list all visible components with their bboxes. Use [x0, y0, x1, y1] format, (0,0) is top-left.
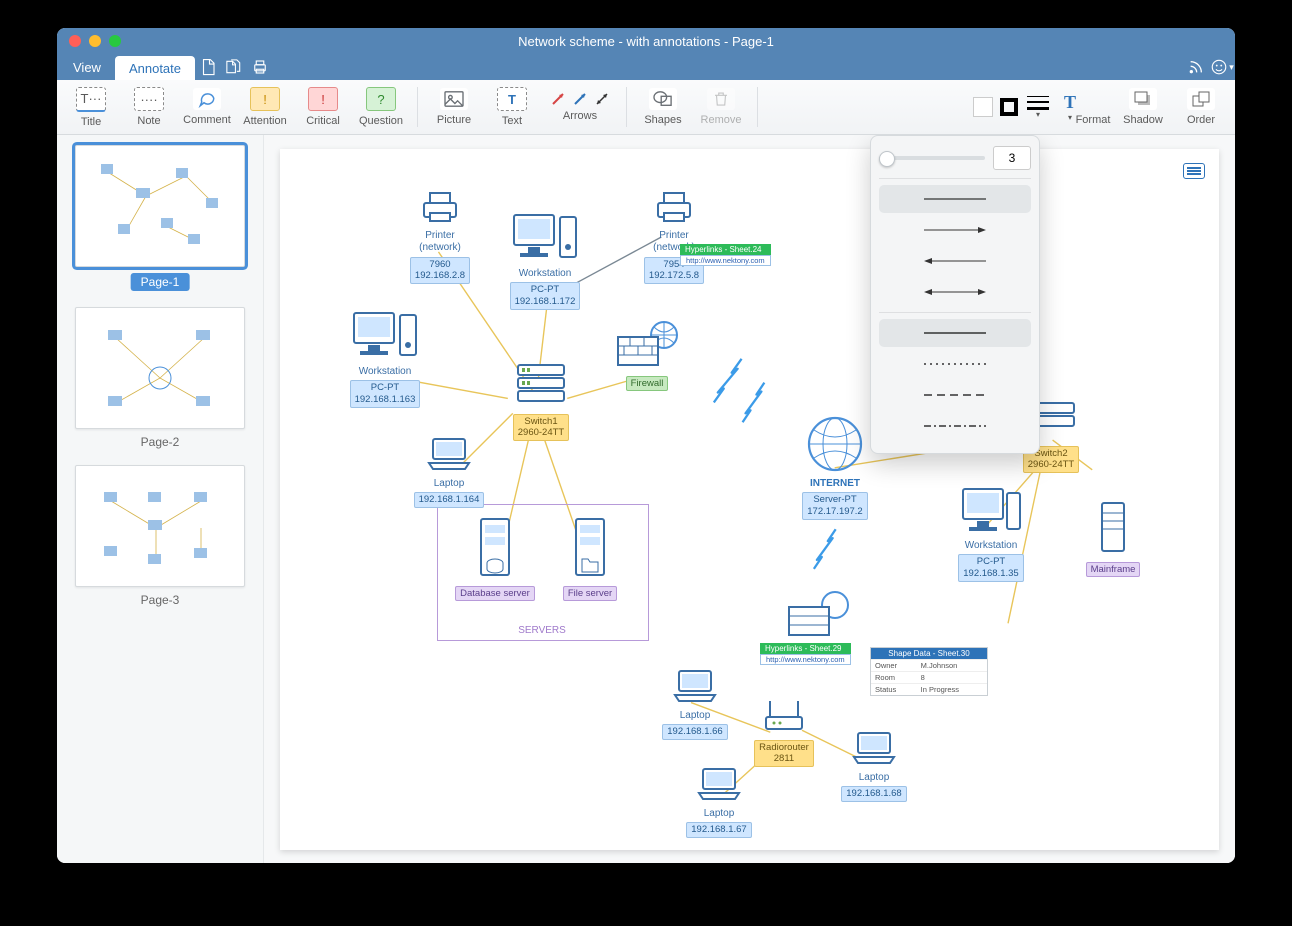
tool-shadow[interactable]: Shadow: [1115, 83, 1171, 131]
node-printer1[interactable]: Printer(network) 7960192.168.2.8: [398, 185, 482, 284]
hyperlink-badge-2[interactable]: Hyperlinks - Sheet.29 http://www.nektony…: [760, 643, 851, 665]
line-solid[interactable]: [879, 319, 1031, 347]
format-fill[interactable]: [971, 83, 995, 131]
arrow-style-right[interactable]: [879, 216, 1031, 244]
tab-annotate[interactable]: Annotate: [115, 56, 195, 80]
tool-shapes[interactable]: Shapes: [635, 83, 691, 131]
export-pdf-multi-icon[interactable]: [221, 54, 247, 80]
tool-order[interactable]: Order: [1173, 83, 1229, 131]
line-dashdot[interactable]: [879, 412, 1031, 440]
maximize-button[interactable]: [109, 35, 121, 47]
node-laptop-bl2[interactable]: Laptop 192.168.1.67: [680, 763, 758, 838]
tab-view[interactable]: View: [59, 54, 115, 80]
page-thumb-2[interactable]: [75, 307, 245, 429]
tool-note[interactable]: ····Note: [121, 83, 177, 131]
close-button[interactable]: [69, 35, 81, 47]
titlebar: Network scheme - with annotations - Page…: [57, 28, 1235, 54]
tool-title[interactable]: T···Title: [63, 83, 119, 131]
page-thumb-3-label: Page-3: [65, 593, 255, 607]
page-thumb-3[interactable]: [75, 465, 245, 587]
print-icon[interactable]: [247, 54, 273, 80]
page-annotations-icon[interactable]: [1183, 163, 1205, 179]
tool-critical[interactable]: !Critical: [295, 83, 351, 131]
arrow-style-left[interactable]: [879, 247, 1031, 275]
line-dotted[interactable]: [879, 350, 1031, 378]
shape-data-panel[interactable]: Shape Data - Sheet.30 OwnerM.Johnson Roo…: [870, 647, 988, 696]
line-width-slider[interactable]: [879, 156, 985, 160]
node-workstation-main[interactable]: Workstation PC-PT192.168.1.172: [490, 211, 600, 310]
node-fileserver[interactable]: File server: [550, 515, 630, 601]
thumbnail-sidebar: Page-1 Page-2 Page-3: [57, 135, 264, 863]
servers-group-label: SERVERS: [437, 625, 647, 638]
toolbar: T···Title ····Note Comment !Attention !C…: [57, 80, 1235, 135]
format-stroke[interactable]: [997, 83, 1021, 131]
format-label: Format: [1073, 83, 1113, 131]
node-switch1[interactable]: Switch12960-24TT: [504, 359, 578, 441]
window-controls: [69, 35, 121, 47]
node-mainframe[interactable]: Mainframe: [1080, 499, 1146, 577]
export-pdf-icon[interactable]: [195, 54, 221, 80]
format-line[interactable]: ▾: [1023, 83, 1053, 131]
table-row: StatusIn Progress: [871, 684, 987, 696]
tool-picture[interactable]: Picture: [426, 83, 482, 131]
node-laptop-br[interactable]: Laptop 192.168.1.68: [835, 727, 913, 802]
node-workstation-left[interactable]: Workstation PC-PT192.168.1.163: [330, 309, 440, 408]
tool-arrows[interactable]: Arrows: [542, 83, 618, 131]
rss-icon[interactable]: [1183, 54, 1209, 80]
node-workstation-right[interactable]: Workstation PC-PT192.168.1.35: [938, 485, 1044, 582]
tool-question[interactable]: ?Question: [353, 83, 409, 131]
canvas[interactable]: SERVERS Printer(network) 7960192.168.2.8…: [264, 135, 1235, 863]
node-printer2[interactable]: Printer(network) 7954192.172.5.8: [632, 185, 716, 284]
node-laptop-bl1[interactable]: Laptop 192.168.1.66: [656, 665, 734, 740]
window-title: Network scheme - with annotations - Page…: [518, 34, 774, 49]
table-row: OwnerM.Johnson: [871, 660, 987, 672]
line-dashed[interactable]: [879, 381, 1031, 409]
page-thumb-2-label: Page-2: [65, 435, 255, 449]
feedback-icon[interactable]: ▾: [1209, 54, 1235, 80]
arrow-style-both[interactable]: [879, 278, 1031, 306]
table-row: Room8: [871, 672, 987, 684]
node-firewall1[interactable]: Firewall: [604, 319, 690, 391]
page-thumb-1-label: Page-1: [131, 273, 190, 291]
minimize-button[interactable]: [89, 35, 101, 47]
node-laptop1[interactable]: Laptop 192.168.1.164: [410, 433, 488, 508]
arrow-style-none[interactable]: [879, 185, 1031, 213]
tool-text[interactable]: TText: [484, 83, 540, 131]
app-window: Network scheme - with annotations - Page…: [57, 28, 1235, 863]
menubar: View Annotate ▾: [57, 54, 1235, 80]
node-radiorouter[interactable]: Radiorouter2811: [744, 697, 824, 767]
page: SERVERS Printer(network) 7960192.168.2.8…: [280, 149, 1219, 850]
tool-remove[interactable]: Remove: [693, 83, 749, 131]
node-internet[interactable]: INTERNET Server-PT172.17.197.2: [790, 415, 880, 520]
tool-comment[interactable]: Comment: [179, 83, 235, 131]
hyperlink-badge-1[interactable]: Hyperlinks - Sheet.24 http://www.nektony…: [680, 244, 771, 266]
node-dbserver[interactable]: Database server: [452, 515, 538, 601]
page-thumb-1[interactable]: [75, 145, 245, 267]
line-width-input[interactable]: [993, 146, 1031, 170]
line-style-popover: [870, 135, 1040, 454]
tool-attention[interactable]: !Attention: [237, 83, 293, 131]
